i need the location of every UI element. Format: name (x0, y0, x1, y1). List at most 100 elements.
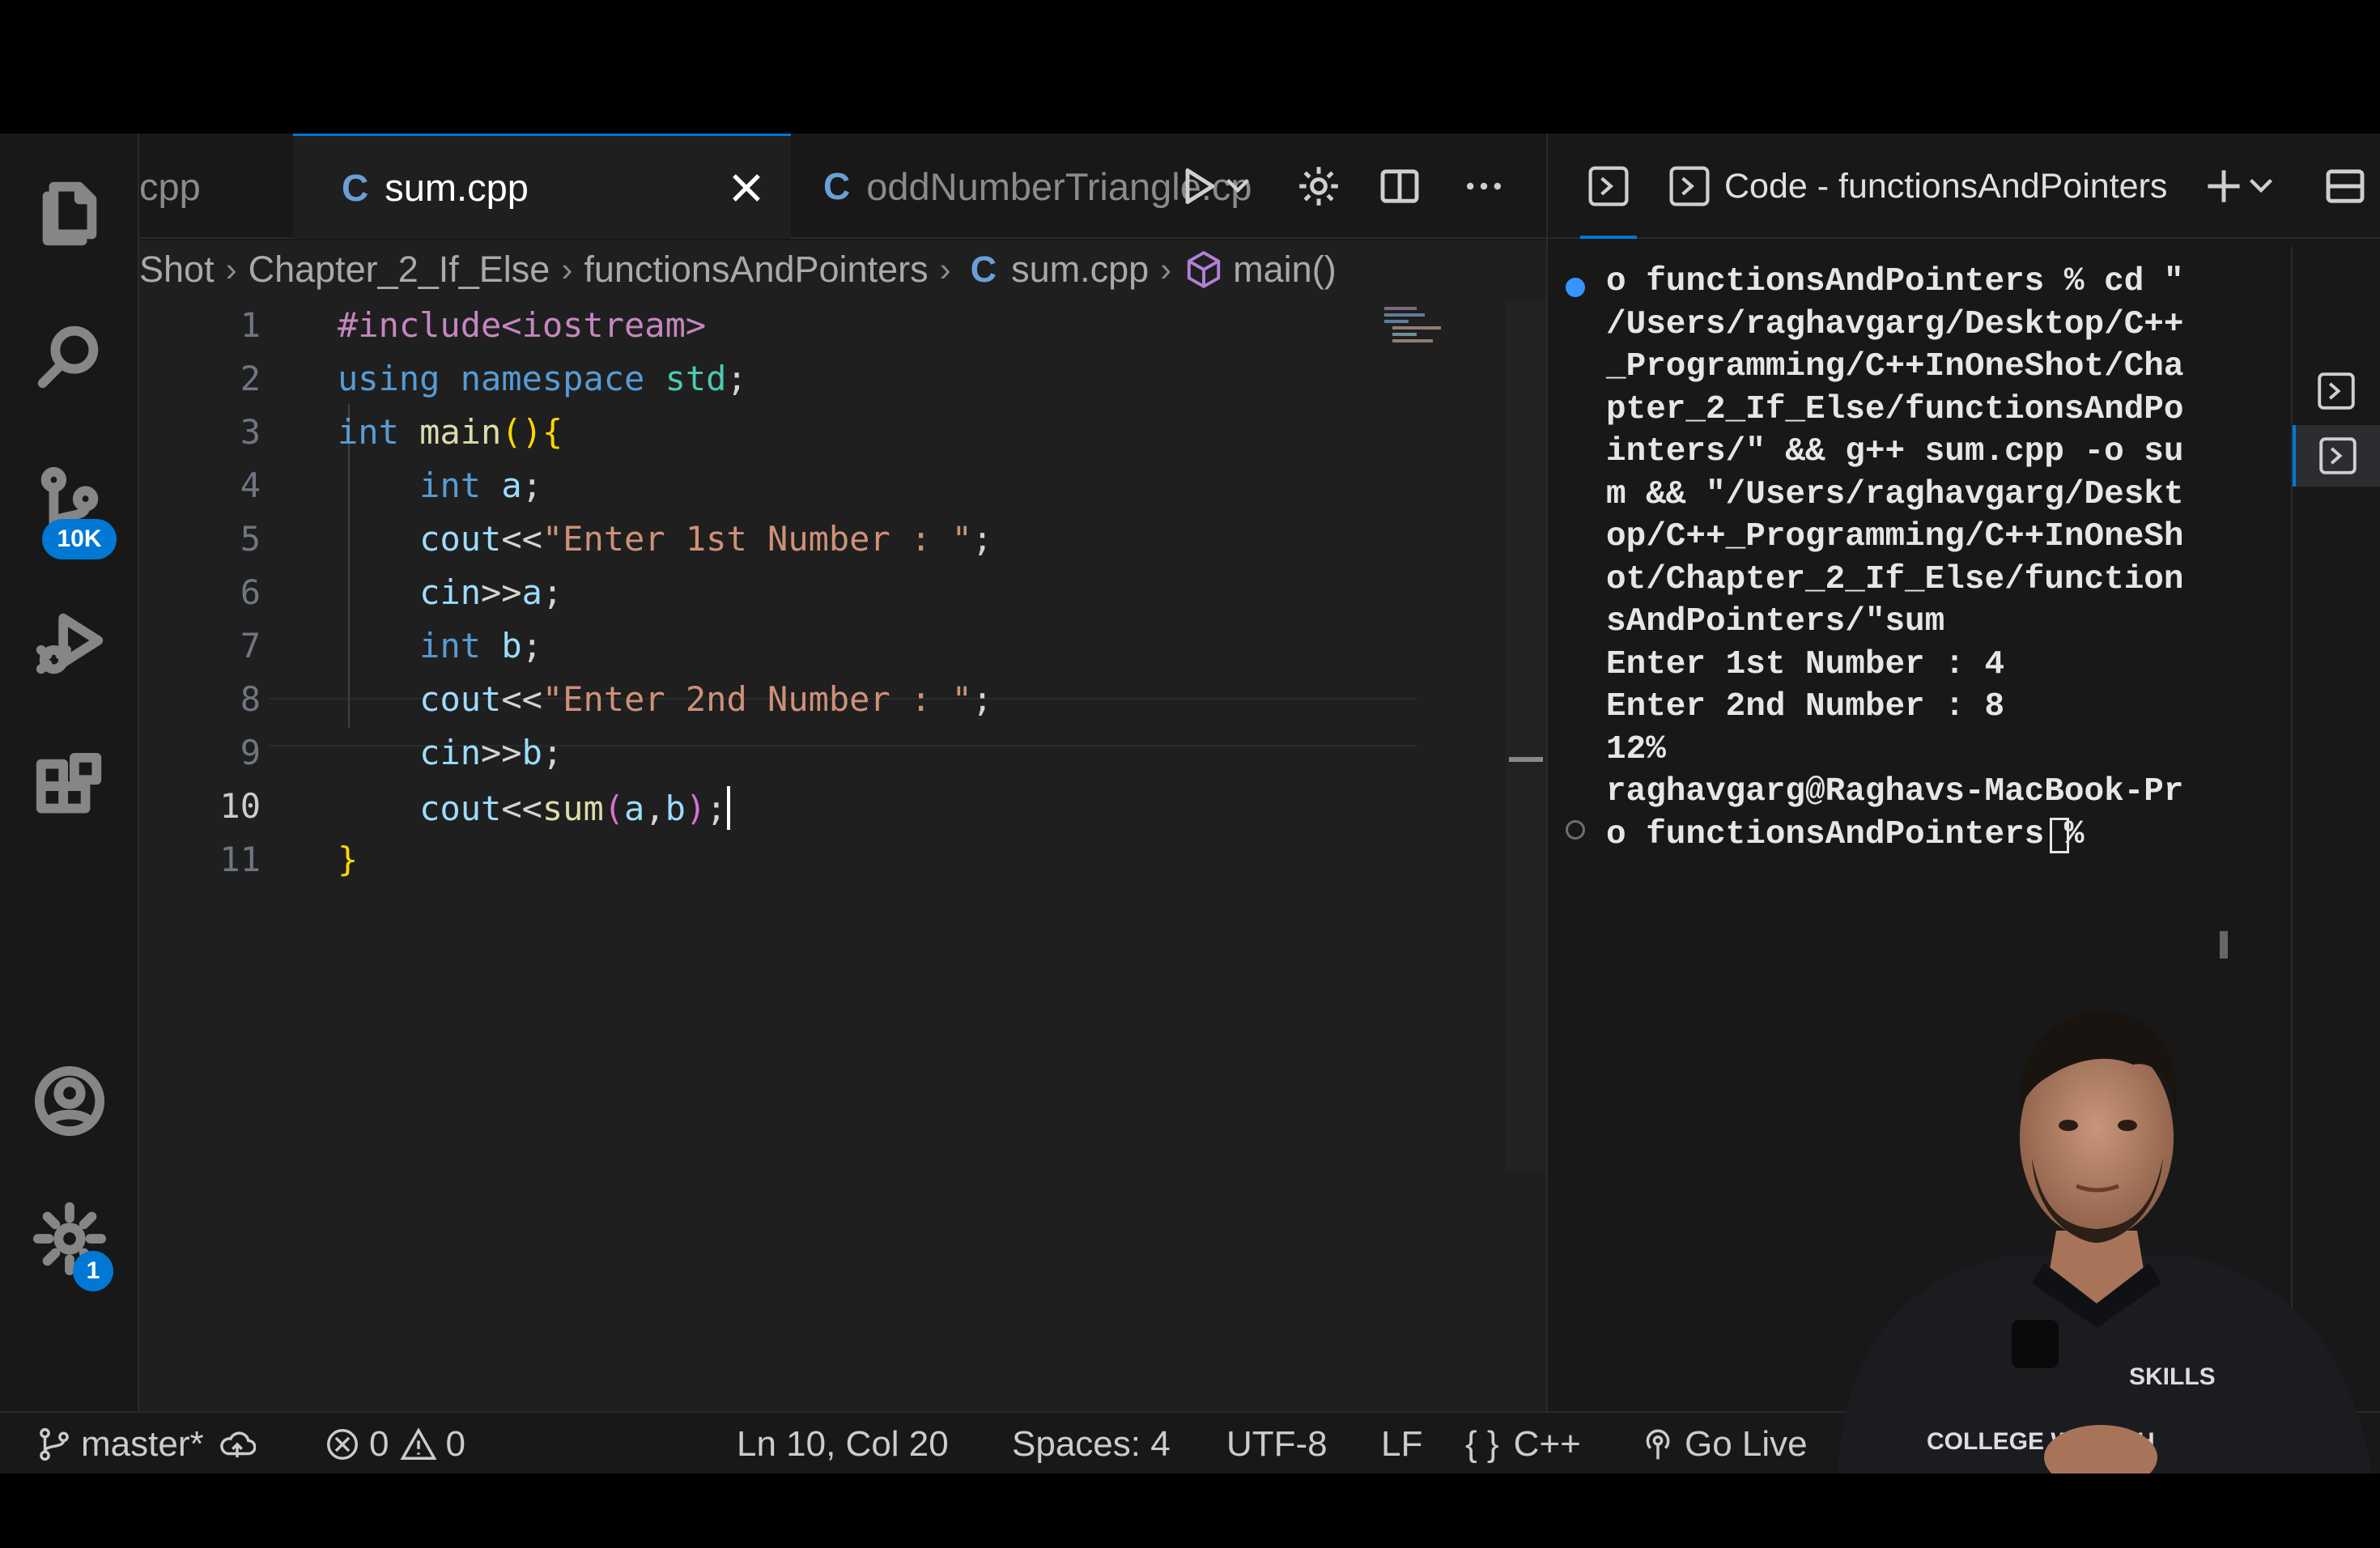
breadcrumb-item[interactable]: Shot (139, 249, 215, 291)
code-token: ; (706, 789, 727, 828)
code-token: namespace (460, 359, 645, 398)
chevron-right-icon: › (1160, 250, 1172, 288)
problems-status[interactable]: 0 0 (324, 1413, 465, 1474)
settings-gear-icon[interactable] (1289, 156, 1349, 216)
line-number: 9 (240, 733, 261, 772)
run-debug-icon[interactable] (0, 583, 139, 704)
text-cursor (726, 786, 730, 830)
language-label: C++ (1513, 1423, 1581, 1464)
close-icon[interactable] (722, 164, 771, 212)
terminal-tab-icon[interactable] (1661, 158, 1718, 215)
breadcrumb-item[interactable]: Chapter_2_If_Else (249, 249, 550, 291)
terminal-scrollbar[interactable] (2220, 275, 2228, 959)
code-token: ; (521, 626, 542, 666)
source-control-icon[interactable]: 10K (0, 441, 139, 563)
tab-label: sum.cpp (385, 166, 529, 209)
error-count: 0 (369, 1423, 389, 1464)
code-token: << (501, 519, 542, 559)
breadcrumb-item[interactable]: main() (1233, 249, 1337, 291)
indentation-status[interactable]: Spaces: 4 (1012, 1413, 1171, 1474)
minimap[interactable] (1384, 305, 1449, 346)
split-editor-icon[interactable] (1370, 156, 1430, 216)
terminal-line: m && "/Users/raghavgarg/Deskt (1606, 475, 2184, 513)
terminal-instance-icon[interactable] (2293, 425, 2380, 487)
code-editor[interactable]: 1 2 3 4 5 6 7 8 9 10 11 #include<iostream> using na… (139, 299, 1546, 1411)
chevron-right-icon: › (939, 250, 951, 288)
terminal-line: inters/" && g++ sum.cpp -o su (1606, 433, 2184, 470)
cursor-position[interactable]: Ln 10, Col 20 (737, 1413, 949, 1474)
code-token: #include<iostream> (338, 305, 707, 345)
scrollbar-thumb[interactable] (2220, 931, 2228, 959)
line-number: 6 (240, 572, 261, 612)
more-actions-icon[interactable] (1454, 156, 1514, 216)
chevron-down-icon[interactable] (2241, 158, 2281, 215)
extensions-icon[interactable] (0, 729, 139, 850)
code-token: main (419, 412, 502, 452)
code-token: cin (419, 733, 482, 772)
search-icon[interactable] (0, 296, 139, 417)
braces-icon: { } (1465, 1423, 1499, 1464)
code-token: cout (419, 519, 502, 559)
terminal-line: sAndPointers/"sum (1606, 603, 1945, 640)
tab-cpp[interactable]: cpp (139, 134, 293, 239)
line-number: 1 (240, 305, 261, 345)
code-token: cout (419, 789, 502, 828)
terminal-icon[interactable] (1580, 158, 1637, 215)
code-token: b (521, 733, 542, 772)
code-line: cout<<"Enter 2nd Number : "; (338, 679, 992, 719)
explorer-icon[interactable] (0, 151, 139, 273)
language-status[interactable]: { } C++ (1465, 1413, 1581, 1474)
encoding-status[interactable]: UTF-8 (1226, 1413, 1328, 1474)
cloud-upload-icon[interactable] (219, 1426, 256, 1463)
code-line: int main(){ (338, 412, 563, 452)
code-token: >> (481, 733, 522, 772)
accounts-icon[interactable] (0, 1040, 139, 1162)
terminal-instance-icon[interactable] (2293, 360, 2380, 422)
code-token: ; (726, 359, 747, 398)
broadcast-icon (1646, 1429, 1670, 1459)
terminal-line: /Users/raghavgarg/Desktop/C++ (1606, 305, 2184, 343)
code-token: a (501, 466, 522, 505)
code-token: cin (419, 572, 482, 612)
editor-tab-bar: cpp C sum.cpp C oddNumberTriangle.cp (139, 134, 1546, 239)
breadcrumb-item[interactable]: sum.cpp (1011, 249, 1149, 291)
go-live-button[interactable]: Go Live (1639, 1413, 1808, 1474)
code-line: int b; (338, 626, 542, 666)
settings-badge: 1 (73, 1251, 113, 1291)
eol-status[interactable]: LF (1381, 1413, 1422, 1474)
breadcrumb-item[interactable]: functionsAndPointers (584, 249, 928, 291)
code-line: #include<iostream> (338, 305, 706, 345)
line-number: 4 (240, 466, 261, 505)
layout-panel-icon[interactable] (2317, 158, 2374, 215)
line-number: 5 (240, 519, 261, 559)
terminal-line: Enter 1st Number : 4 (1606, 645, 2005, 683)
command-pending-dot (1566, 820, 1585, 840)
code-token: cout (419, 679, 502, 719)
chevron-down-icon[interactable] (1218, 156, 1258, 216)
code-token: std (665, 359, 727, 398)
line-number: 3 (240, 412, 261, 452)
terminal-line: pter_2_If_Else/functionsAndPo (1606, 390, 2184, 428)
tab-sum-cpp[interactable]: C sum.cpp (293, 134, 791, 239)
code-token: , (644, 789, 665, 828)
terminal-title[interactable]: Code - functionsAndPointers (1724, 134, 2167, 239)
code-line: cout<<sum(a,b); (338, 786, 730, 830)
manage-gear-icon[interactable]: 1 (0, 1178, 139, 1299)
breadcrumb: Shot › Chapter_2_If_Else › functionsAndP… (139, 240, 1546, 299)
code-token: ( (603, 789, 625, 828)
terminal-line: Enter 2nd Number : 8 (1606, 688, 2005, 725)
tab-label: cpp (139, 164, 201, 208)
branch-status[interactable]: master* (36, 1413, 264, 1474)
command-success-dot (1566, 278, 1585, 297)
scrollbar-thumb[interactable] (1509, 757, 1543, 762)
editor-scrollbar[interactable] (1506, 299, 1546, 1173)
code-token: ; (971, 519, 993, 559)
